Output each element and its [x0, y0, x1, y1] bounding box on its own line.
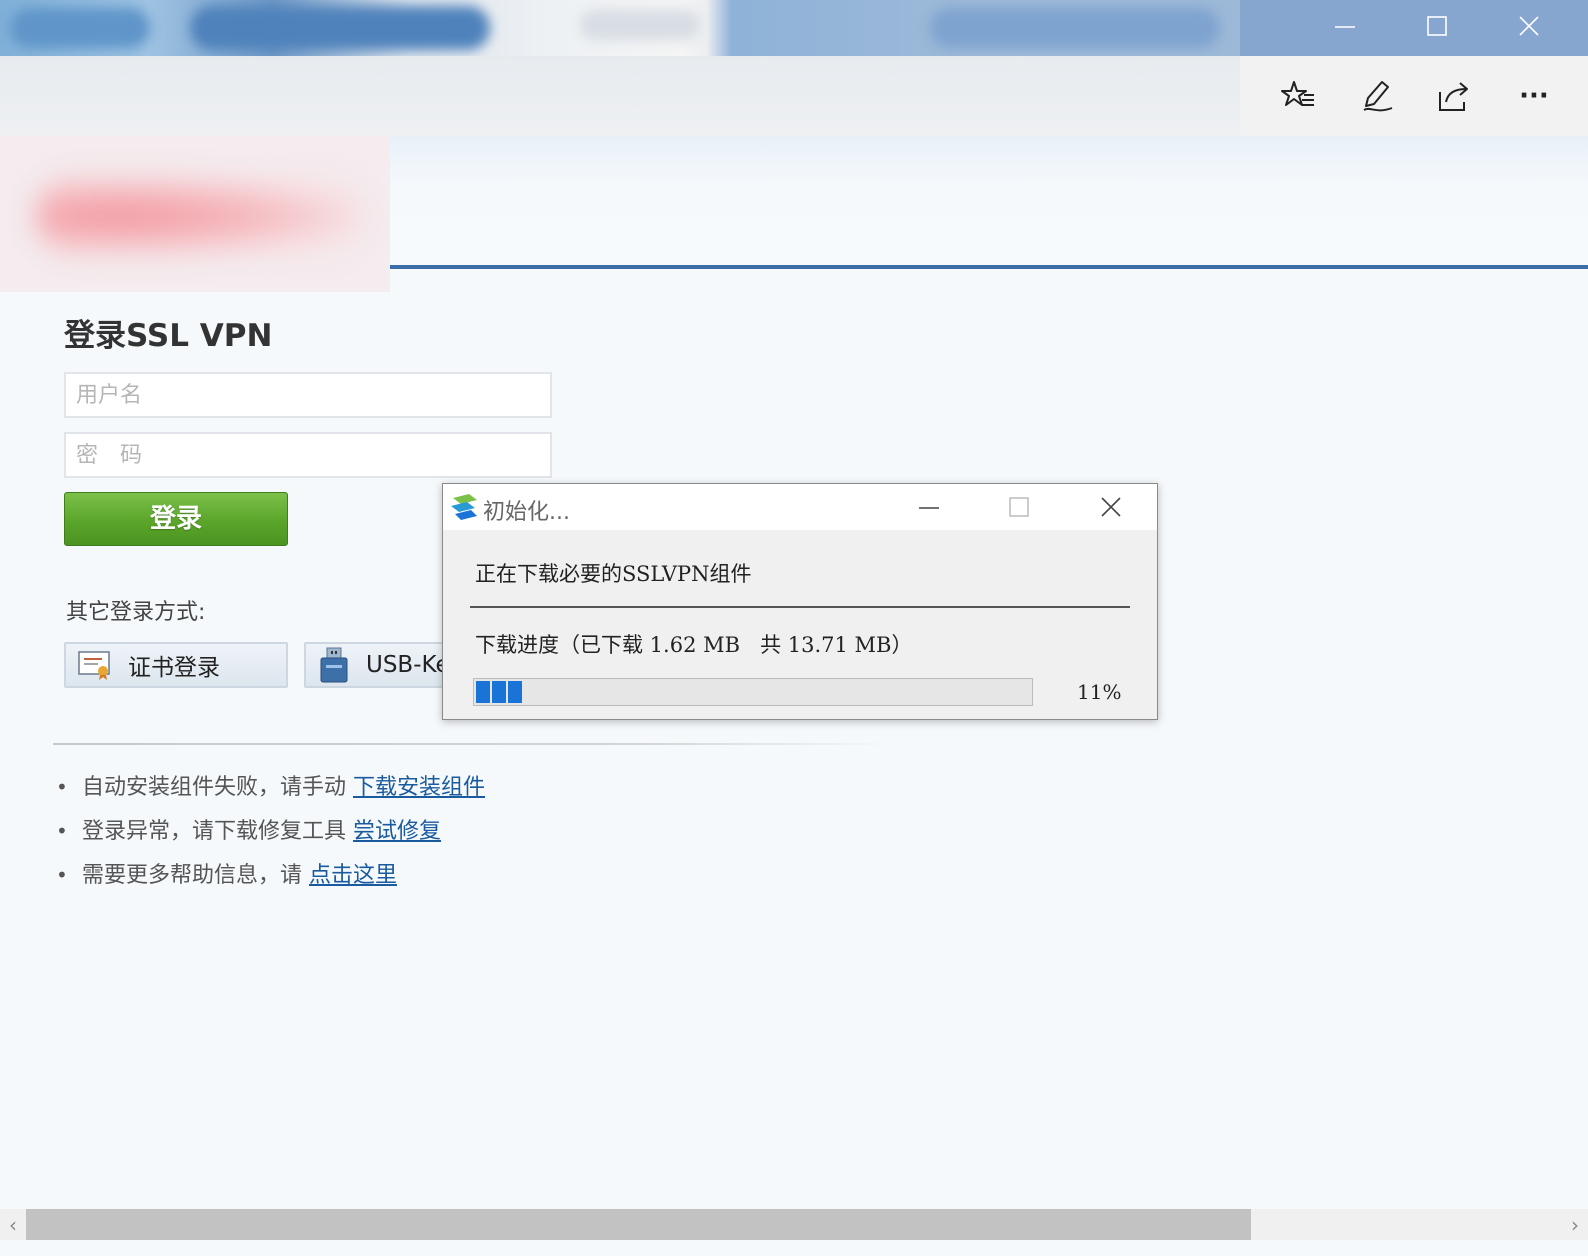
- dialog-minimize-button[interactable]: [909, 488, 949, 526]
- scroll-right-arrow-icon[interactable]: ›: [1562, 1209, 1588, 1240]
- favorites-button[interactable]: [1278, 76, 1318, 116]
- close-icon: [1519, 16, 1539, 36]
- close-icon: [1101, 497, 1121, 517]
- address-bar-blurred: [0, 56, 1240, 136]
- minimize-icon: [1335, 26, 1355, 28]
- certificate-icon: [78, 651, 110, 680]
- maximize-icon: [1427, 16, 1447, 36]
- dialog-maximize-button[interactable]: [999, 488, 1039, 526]
- more-button[interactable]: ···: [1514, 76, 1554, 116]
- download-progress-text: 下载进度（已下载 1.62 MB 共 13.71 MB）: [475, 633, 913, 657]
- other-methods-label: 其它登录方式:: [66, 600, 206, 625]
- help-item-download: • 自动安装组件失败，请手动 下载安装组件: [56, 768, 485, 812]
- site-logo-blurred: [0, 136, 390, 292]
- favorites-star-icon: [1281, 81, 1314, 106]
- scroll-left-arrow-icon[interactable]: ‹: [0, 1209, 26, 1240]
- dialog-titlebar[interactable]: 初始化...: [443, 484, 1157, 530]
- progress-block: [476, 681, 490, 703]
- share-icon: [1439, 82, 1468, 111]
- bullet-icon: •: [56, 775, 68, 799]
- share-button[interactable]: [1434, 76, 1474, 116]
- bullet-icon: •: [56, 863, 68, 887]
- window-minimize-button[interactable]: [1300, 0, 1390, 52]
- help-text: 需要更多帮助信息，请: [82, 863, 309, 888]
- progress-fill: [476, 681, 537, 703]
- download-component-link[interactable]: 下载安装组件: [353, 775, 485, 800]
- scrollbar-thumb[interactable]: [26, 1209, 1251, 1240]
- usb-key-icon: [320, 647, 348, 683]
- horizontal-scrollbar[interactable]: ‹ ›: [0, 1209, 1588, 1240]
- dialog-separator: [470, 606, 1130, 608]
- progress-block: [492, 681, 506, 703]
- notes-button[interactable]: [1356, 76, 1396, 116]
- cert-login-button[interactable]: 证书登录: [64, 642, 288, 688]
- header-divider: [390, 265, 1588, 269]
- browser-toolbar: ···: [1240, 56, 1588, 137]
- page-header: [390, 136, 1588, 266]
- bottom-strip: [0, 1240, 1588, 1256]
- usbkey-login-button[interactable]: USB-Ke: [304, 642, 464, 688]
- help-list: • 自动安装组件失败，请手动 下载安装组件 • 登录异常，请下载修复工具 尝试修复 …: [56, 768, 485, 900]
- window-close-button[interactable]: [1484, 0, 1574, 52]
- app-logo-icon: [451, 494, 477, 520]
- bullet-icon: •: [56, 819, 68, 843]
- progress-percent: 11%: [1077, 680, 1122, 704]
- download-progress-bar: [473, 678, 1033, 706]
- more-icon: ···: [1519, 81, 1549, 111]
- dialog-title: 初始化...: [483, 500, 570, 525]
- cert-login-label: 证书登录: [128, 655, 220, 681]
- page-title: 登录SSL VPN: [64, 318, 273, 354]
- browser-tab-strip-blurred: [0, 0, 1240, 136]
- pen-icon: [1363, 81, 1393, 112]
- dialog-close-button[interactable]: [1091, 488, 1131, 526]
- username-input[interactable]: [64, 372, 552, 418]
- progress-block: [508, 681, 522, 703]
- minimize-icon: [919, 507, 939, 509]
- section-divider: [53, 743, 893, 745]
- init-dialog: 初始化... 正在下载必要的SSLVPN组件 下载进度（已下载 1.62 MB …: [442, 483, 1158, 720]
- usbkey-login-label: USB-Ke: [366, 652, 450, 678]
- click-here-link[interactable]: 点击这里: [309, 863, 397, 888]
- login-button[interactable]: 登录: [64, 492, 288, 546]
- help-item-repair: • 登录异常，请下载修复工具 尝试修复: [56, 812, 485, 856]
- help-text: 登录异常，请下载修复工具: [82, 819, 353, 844]
- maximize-icon: [1009, 497, 1029, 517]
- help-text: 自动安装组件失败，请手动: [82, 775, 353, 800]
- help-item-more-help: • 需要更多帮助信息，请 点击这里: [56, 856, 485, 900]
- password-input[interactable]: [64, 432, 552, 478]
- dialog-message: 正在下载必要的SSLVPN组件: [475, 562, 752, 586]
- window-controls: [1240, 0, 1588, 56]
- window-maximize-button[interactable]: [1392, 0, 1482, 52]
- try-repair-link[interactable]: 尝试修复: [353, 819, 441, 844]
